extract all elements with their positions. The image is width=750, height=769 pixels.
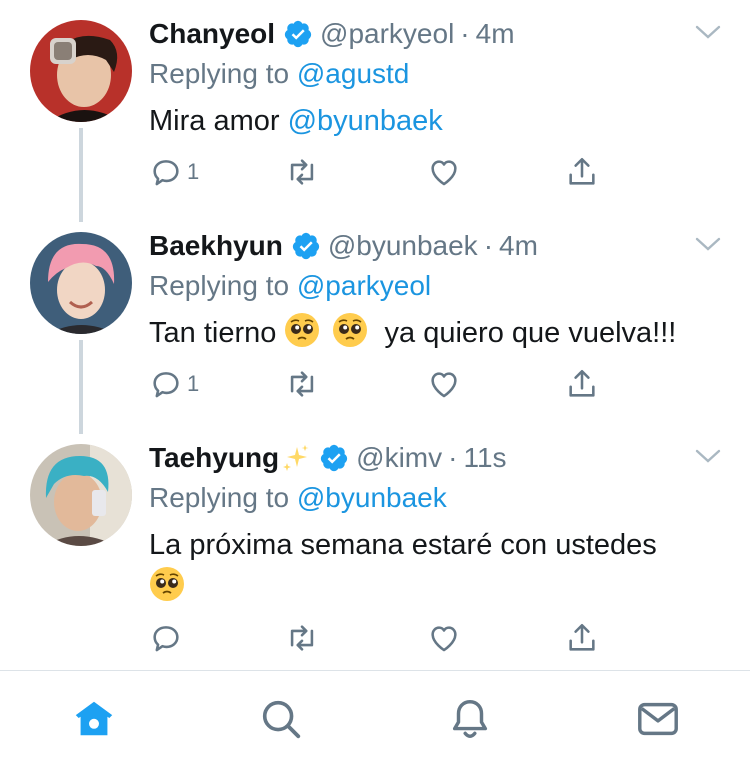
handle[interactable]: @byunbaek [328,226,478,266]
tweet[interactable]: Baekhyun @byunbaek · 4m Replying to @par… [0,212,750,434]
verified-badge-icon [292,232,319,260]
tweet-header: Chanyeol @parkyeol · 4m [149,14,515,54]
reply-count: 1 [187,371,200,396]
tweet-text: La próxima semana estaré con ustedes [149,524,719,608]
timestamp[interactable]: 4m [476,14,515,54]
replying-to-label: Replying to [149,270,290,301]
tweet-text: Tan tierno ya quiero que vuelva!!! [149,312,719,354]
retweet-button[interactable] [285,618,319,658]
avatar[interactable] [30,232,132,334]
reply-icon [153,160,179,186]
thread-line [79,128,83,222]
timestamp[interactable]: 11s [463,438,506,478]
verified-badge-icon [284,20,312,48]
pleading-face-emoji-icon [333,313,368,347]
replying-to-mention[interactable]: @byunbaek [297,482,447,513]
retweet-button[interactable] [285,152,319,192]
replying-to: Replying to @agustd [149,54,409,94]
reply-button[interactable] [149,618,187,658]
handle[interactable]: @kimv [356,438,442,478]
tweet-actions [149,618,629,658]
retweet-icon [290,159,314,185]
home-icon [75,701,113,736]
tweet-text: Mira amor @byunbaek [149,100,719,142]
verified-badge-icon [321,444,348,472]
pleading-face-emoji-icon [150,567,184,601]
mention-link[interactable]: @byunbaek [288,105,443,137]
chevron-down-icon[interactable] [694,234,722,254]
tweet-actions: 1 [149,152,629,192]
tweet[interactable]: Chanyeol @parkyeol · 4m Replying to @agu… [0,0,750,222]
tab-messages[interactable] [628,689,688,749]
retweet-icon [290,625,314,651]
tab-home[interactable] [64,689,124,749]
reply-button[interactable]: 1 [149,152,199,192]
replying-to-label: Replying to [149,482,290,513]
reply-icon [153,626,179,652]
like-button[interactable] [427,364,461,404]
separator-dot: · [483,230,494,261]
sparkles-emoji-icon [283,445,309,471]
notifications-icon [452,700,488,738]
reply-count: 1 [187,159,200,184]
reply-button[interactable]: 1 [149,364,199,404]
share-icon [569,157,595,185]
replying-to-mention[interactable]: @parkyeol [297,270,431,301]
retweet-icon [290,371,314,397]
tab-notifications[interactable] [440,689,500,749]
reply-icon [153,372,179,398]
messages-icon [638,702,678,736]
heart-icon [431,372,457,398]
bottom-tab-bar [0,671,750,769]
like-button[interactable] [427,618,461,658]
tweet-text-after: ya quiero que vuelva!!! [384,317,677,349]
pleading-face-emoji-icon [285,313,320,347]
avatar[interactable] [30,444,132,546]
retweet-button[interactable] [285,364,319,404]
heart-icon [431,160,457,186]
display-name[interactable]: Chanyeol [149,14,275,54]
replying-to-mention[interactable]: @agustd [297,58,410,89]
share-button[interactable] [565,152,599,192]
share-icon [569,369,595,397]
search-icon [262,700,301,739]
tweet[interactable]: Taehyung @kimv · 11s Replying to @byunba… [0,424,750,670]
chevron-down-icon[interactable] [694,446,722,466]
handle[interactable]: @parkyeol [320,14,454,54]
tweet-text-content: Mira amor [149,105,280,137]
separator-dot: · [448,442,458,473]
tweet-header: Baekhyun @byunbaek · 4m [149,226,538,266]
tweet-text-content: La próxima semana estaré con ustedes [149,529,657,561]
display-name[interactable]: Taehyung [149,438,279,478]
chevron-down-icon[interactable] [694,22,722,42]
display-name[interactable]: Baekhyun [149,226,283,266]
replying-to-label: Replying to [149,58,290,89]
share-button[interactable] [565,618,599,658]
timestamp[interactable]: 4m [499,226,538,266]
separator-dot: · [460,18,470,49]
replying-to: Replying to @parkyeol [149,266,431,306]
share-icon [569,623,595,651]
avatar[interactable] [30,20,132,122]
like-button[interactable] [427,152,461,192]
heart-icon [431,626,457,652]
tab-search[interactable] [251,689,311,749]
tweet-actions: 1 [149,364,629,404]
thread-line [79,340,83,434]
tweet-header: Taehyung @kimv · 11s [149,438,507,478]
replying-to: Replying to @byunbaek [149,478,447,518]
tweet-text-before: Tan tierno [149,317,277,349]
share-button[interactable] [565,364,599,404]
